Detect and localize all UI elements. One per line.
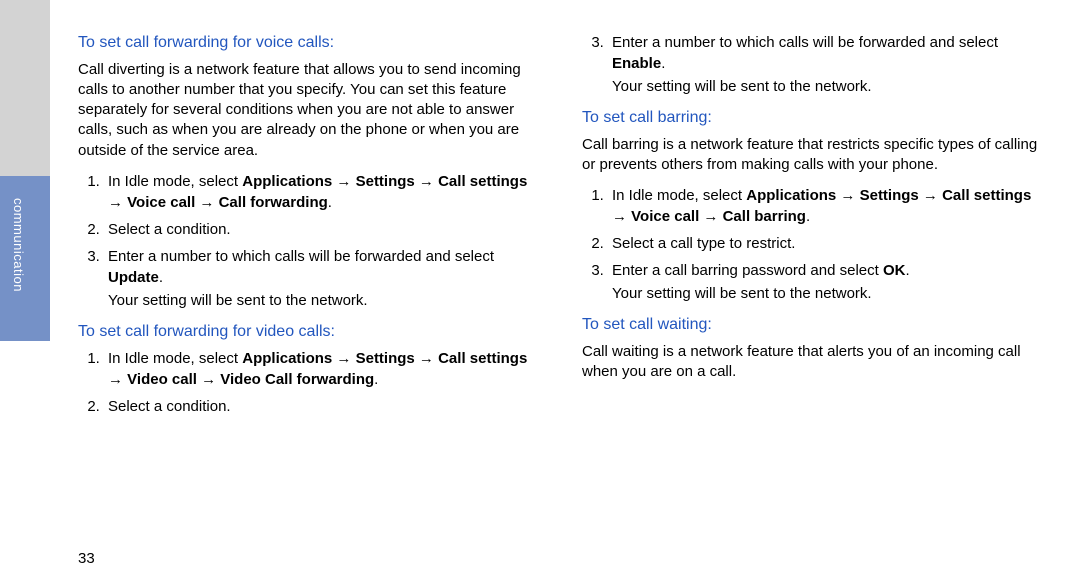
action-label: Enable	[612, 55, 661, 72]
heading-call-waiting: To set call waiting:	[582, 314, 1042, 336]
para-call-barring-desc: Call barring is a network feature that r…	[582, 135, 1042, 176]
steps-video-forwarding: In Idle mode, select Applications → Sett…	[78, 348, 538, 417]
step-note: Your setting will be sent to the network…	[612, 283, 1042, 304]
action-label: OK	[883, 262, 906, 279]
side-bar-top-segment	[0, 0, 50, 176]
list-item: Select a call type to restrict.	[608, 233, 1042, 254]
step-text: Select a condition.	[108, 398, 231, 415]
step-text: Select a condition.	[108, 221, 231, 238]
step-text: .	[159, 269, 163, 286]
heading-video-forwarding: To set call forwarding for video calls:	[78, 321, 538, 343]
step-text: .	[374, 371, 378, 388]
list-item: Enter a call barring password and select…	[608, 260, 1042, 304]
step-text: In Idle mode, select	[108, 173, 242, 190]
right-column: Enter a number to which calls will be fo…	[582, 32, 1042, 562]
heading-call-barring: To set call barring:	[582, 107, 1042, 129]
side-bar: communication	[0, 0, 50, 585]
step-text: Enter a call barring password and select	[612, 262, 883, 279]
step-note: Your setting will be sent to the network…	[108, 290, 538, 311]
step-text: Select a call type to restrict.	[612, 235, 795, 252]
steps-voice-forwarding: In Idle mode, select Applications → Sett…	[78, 171, 538, 311]
page-number: 33	[78, 550, 95, 567]
page-content: To set call forwarding for voice calls: …	[78, 32, 1058, 562]
left-column: To set call forwarding for voice calls: …	[78, 32, 538, 562]
step-text: In Idle mode, select	[108, 350, 242, 367]
list-item: Enter a number to which calls will be fo…	[608, 32, 1042, 97]
list-item: In Idle mode, select Applications → Sett…	[104, 171, 538, 213]
list-item: Select a condition.	[104, 396, 538, 417]
para-voice-forwarding-desc: Call diverting is a network feature that…	[78, 60, 538, 161]
step-text: .	[328, 194, 332, 211]
list-item: Select a condition.	[104, 219, 538, 240]
step-text: .	[661, 55, 665, 72]
para-call-waiting-desc: Call waiting is a network feature that a…	[582, 342, 1042, 383]
section-label: communication	[11, 198, 26, 318]
list-item: Enter a number to which calls will be fo…	[104, 246, 538, 311]
steps-continued: Enter a number to which calls will be fo…	[582, 32, 1042, 97]
steps-call-barring: In Idle mode, select Applications → Sett…	[582, 185, 1042, 304]
step-text: .	[806, 208, 810, 225]
step-text: .	[905, 262, 909, 279]
step-text: Enter a number to which calls will be fo…	[108, 248, 494, 265]
step-note: Your setting will be sent to the network…	[612, 76, 1042, 97]
list-item: In Idle mode, select Applications → Sett…	[608, 185, 1042, 227]
step-text: In Idle mode, select	[612, 187, 746, 204]
list-item: In Idle mode, select Applications → Sett…	[104, 348, 538, 390]
step-text: Enter a number to which calls will be fo…	[612, 34, 998, 51]
action-label: Update	[108, 269, 159, 286]
heading-voice-forwarding: To set call forwarding for voice calls:	[78, 32, 538, 54]
